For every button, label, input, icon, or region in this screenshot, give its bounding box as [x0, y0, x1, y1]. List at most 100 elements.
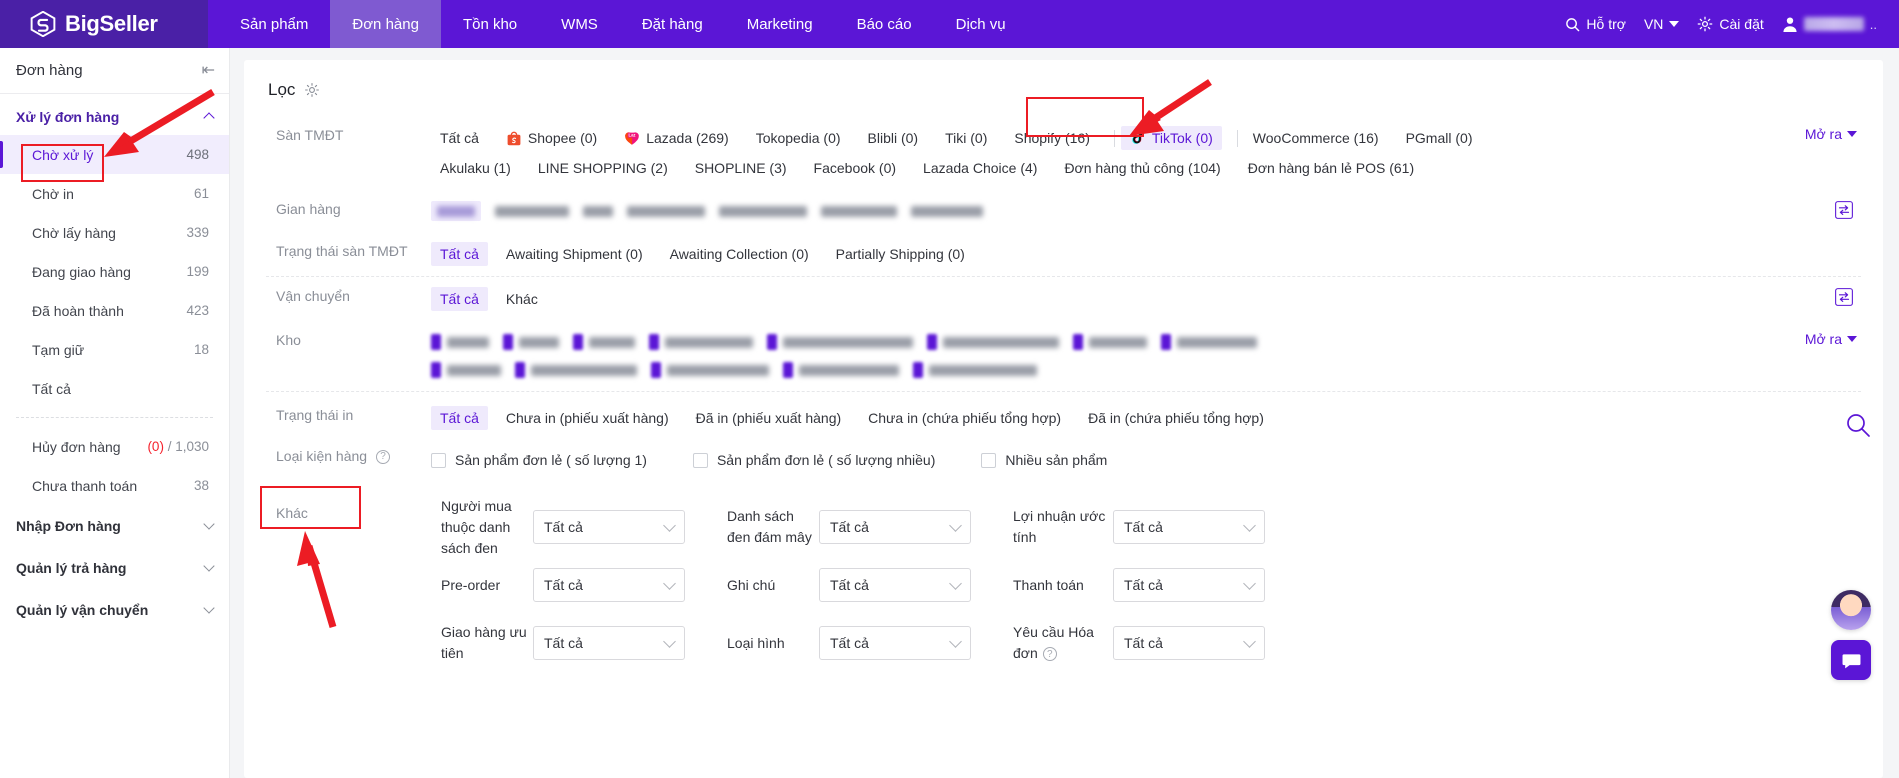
select-thanh-toan[interactable]: Tất cả: [1113, 568, 1265, 602]
shop-chip-masked[interactable]: [495, 201, 569, 221]
floating-search-button[interactable]: [1845, 412, 1873, 440]
warehouse-expand-button[interactable]: Mở ra: [1805, 331, 1857, 347]
warehouse-chip-masked[interactable]: [573, 332, 635, 352]
platform-chip-shopify[interactable]: Shopify (16): [1005, 126, 1098, 150]
platform-status-chip-awaiting-collection[interactable]: Awaiting Collection (0): [661, 242, 818, 266]
platform-chip-don-hang-thu-cong[interactable]: Đơn hàng thủ công (104): [1055, 156, 1229, 180]
platform-status-chip-partially-shipping[interactable]: Partially Shipping (0): [827, 242, 974, 266]
platform-chip-tiki[interactable]: Tiki (0): [936, 126, 996, 150]
sidebar-item-cho-in[interactable]: Chờ in 61: [0, 174, 229, 213]
nav-item-ton-kho[interactable]: Tồn kho: [441, 0, 539, 48]
select-pre-order[interactable]: Tất cả: [533, 568, 685, 602]
print-status-chip-da-in-phieu-xuat-hang[interactable]: Đã in (phiếu xuất hàng): [687, 406, 851, 430]
platform-chip-lazada-choice[interactable]: Lazada Choice (4): [914, 156, 1046, 180]
shop-chip-masked[interactable]: [719, 201, 807, 221]
brand-logo-area[interactable]: BigSeller: [0, 0, 208, 48]
language-selector[interactable]: VN: [1644, 16, 1680, 32]
platform-chip-akulaku[interactable]: Akulaku (1): [431, 156, 520, 180]
sidebar-item-tat-ca[interactable]: Tất cả: [0, 369, 229, 408]
sidebar-group-xu-ly-don-hang[interactable]: Xử lý đơn hàng: [0, 94, 229, 135]
platform-chip-facebook[interactable]: Facebook (0): [805, 156, 905, 180]
shop-chip-list[interactable]: [431, 190, 1861, 232]
select-loi-nhuan-uoc-tinh[interactable]: Tất cả: [1113, 510, 1265, 544]
warehouse-chip-masked[interactable]: [651, 360, 769, 380]
warehouse-chip-masked[interactable]: [913, 360, 1037, 380]
sidebar-item-cho-lay-hang[interactable]: Chờ lấy hàng 339: [0, 213, 229, 252]
sidebar-item-da-hoan-thanh[interactable]: Đã hoàn thành 423: [0, 291, 229, 330]
sidebar-item-count: 423: [186, 303, 209, 318]
support-button[interactable]: Hỗ trợ: [1565, 16, 1626, 32]
warehouse-chip-masked[interactable]: [1161, 332, 1257, 352]
warehouse-chip-masked[interactable]: [1073, 332, 1147, 352]
platform-chip-don-hang-ban-le-pos[interactable]: Đơn hàng bán lẻ POS (61): [1239, 156, 1423, 180]
nav-item-dat-hang[interactable]: Đặt hàng: [620, 0, 725, 48]
sidebar-item-cho-xu-ly[interactable]: Chờ xử lý 498: [0, 135, 229, 174]
select-loai-hinh[interactable]: Tất cả: [819, 626, 971, 660]
chat-button[interactable]: [1831, 640, 1871, 680]
shop-chip-masked[interactable]: [431, 201, 481, 221]
platform-chip-pgmall[interactable]: PGmall (0): [1397, 126, 1482, 150]
warehouse-chip-masked[interactable]: [431, 360, 501, 380]
user-menu[interactable]: ..: [1782, 16, 1877, 33]
sidebar-item-huy-don-hang[interactable]: Hủy đơn hàng (0) / 1,030: [0, 427, 229, 466]
shop-expand-toggle[interactable]: [1833, 199, 1855, 221]
nav-item-wms[interactable]: WMS: [539, 0, 620, 48]
warehouse-chip-masked[interactable]: [515, 360, 637, 380]
platform-chip-tokopedia[interactable]: Tokopedia (0): [747, 126, 850, 150]
nav-item-dich-vu[interactable]: Dịch vụ: [934, 0, 1028, 48]
shop-chip-masked[interactable]: [583, 201, 613, 221]
sidebar-item-dang-giao-hang[interactable]: Đang giao hàng 199: [0, 252, 229, 291]
platform-chip-shopee[interactable]: Shopee (0): [497, 126, 606, 150]
platform-status-chip-awaiting-shipment[interactable]: Awaiting Shipment (0): [497, 242, 652, 266]
platform-status-chip-tat-ca[interactable]: Tất cả: [431, 242, 488, 266]
warehouse-chip-masked[interactable]: [767, 332, 913, 352]
gear-icon[interactable]: [304, 82, 320, 98]
collapse-panel-icon[interactable]: ⇤: [202, 62, 215, 79]
warehouse-chip-masked[interactable]: [783, 360, 899, 380]
platform-expand-button[interactable]: Mở ra: [1805, 126, 1857, 142]
nav-item-don-hang[interactable]: Đơn hàng: [330, 0, 441, 48]
platform-chip-blibli[interactable]: Blibli (0): [859, 126, 928, 150]
checkbox-nhieu-san-pham[interactable]: Nhiều sản phẩm: [981, 452, 1107, 468]
sidebar-item-chua-thanh-toan[interactable]: Chưa thanh toán 38: [0, 466, 229, 505]
shipping-chip-khac[interactable]: Khác: [497, 287, 547, 311]
sidebar-group-nhap-don-hang[interactable]: Nhập Đơn hàng: [0, 505, 229, 547]
select-giao-hang-uu-tien[interactable]: Tất cả: [533, 626, 685, 660]
shop-chip-masked[interactable]: [821, 201, 897, 221]
platform-chip-shopline[interactable]: SHOPLINE (3): [686, 156, 796, 180]
print-status-chip-da-in-phieu-tong-hop[interactable]: Đã in (chứa phiếu tổng hợp): [1079, 406, 1273, 430]
warehouse-chip-masked[interactable]: [927, 332, 1059, 352]
nav-item-bao-cao[interactable]: Báo cáo: [835, 0, 934, 48]
select-danh-sach-den-dam-may[interactable]: Tất cả: [819, 510, 971, 544]
warehouse-chip-masked[interactable]: [649, 332, 753, 352]
shipping-chip-tat-ca[interactable]: Tất cả: [431, 287, 488, 311]
nav-item-marketing[interactable]: Marketing: [725, 0, 835, 48]
platform-chip-line-shopping[interactable]: LINE SHOPPING (2): [529, 156, 677, 180]
warehouse-chip-masked[interactable]: [431, 332, 489, 352]
print-status-chip-tat-ca[interactable]: Tất cả: [431, 406, 488, 430]
help-circle-icon[interactable]: ?: [375, 450, 390, 465]
platform-chip-woocommerce[interactable]: WooCommerce (16): [1244, 126, 1388, 150]
shipping-expand-toggle[interactable]: [1833, 286, 1855, 308]
sidebar-group-quan-ly-van-chuyen[interactable]: Quản lý vận chuyển: [0, 589, 229, 631]
sidebar-group-quan-ly-tra-hang[interactable]: Quản lý trả hàng: [0, 547, 229, 589]
settings-button[interactable]: Cài đặt: [1697, 16, 1764, 32]
nav-item-san-pham[interactable]: Sản phẩm: [218, 0, 330, 48]
platform-chip-lazada[interactable]: Laz Lazada (269): [615, 126, 738, 150]
select-ghi-chu[interactable]: Tất cả: [819, 568, 971, 602]
select-yeu-cau-hoa-don[interactable]: Tất cả: [1113, 626, 1265, 660]
platform-chip-tat-ca[interactable]: Tất cả: [431, 126, 488, 150]
shop-chip-masked[interactable]: [911, 201, 983, 221]
print-status-chip-chua-in-phieu-xuat-hang[interactable]: Chưa in (phiếu xuất hàng): [497, 406, 678, 430]
select-nguoi-mua-danh-sach-den[interactable]: Tất cả: [533, 510, 685, 544]
help-circle-icon[interactable]: ?: [1042, 647, 1057, 662]
platform-chip-label: Lazada (269): [646, 130, 729, 146]
assistant-avatar-icon[interactable]: [1831, 590, 1871, 630]
warehouse-chip-masked[interactable]: [503, 332, 559, 352]
checkbox-san-pham-don-le-sl-nhieu[interactable]: Sản phẩm đơn lẻ ( số lượng nhiều): [692, 452, 935, 468]
shop-chip-masked[interactable]: [627, 201, 705, 221]
print-status-chip-chua-in-phieu-tong-hop[interactable]: Chưa in (chứa phiếu tổng hợp): [859, 406, 1070, 430]
platform-chip-tiktok[interactable]: TikTok (0): [1120, 126, 1222, 150]
checkbox-san-pham-don-le-sl-1[interactable]: Sản phẩm đơn lẻ ( số lượng 1): [431, 452, 647, 468]
sidebar-item-tam-giu[interactable]: Tạm giữ 18: [0, 330, 229, 369]
